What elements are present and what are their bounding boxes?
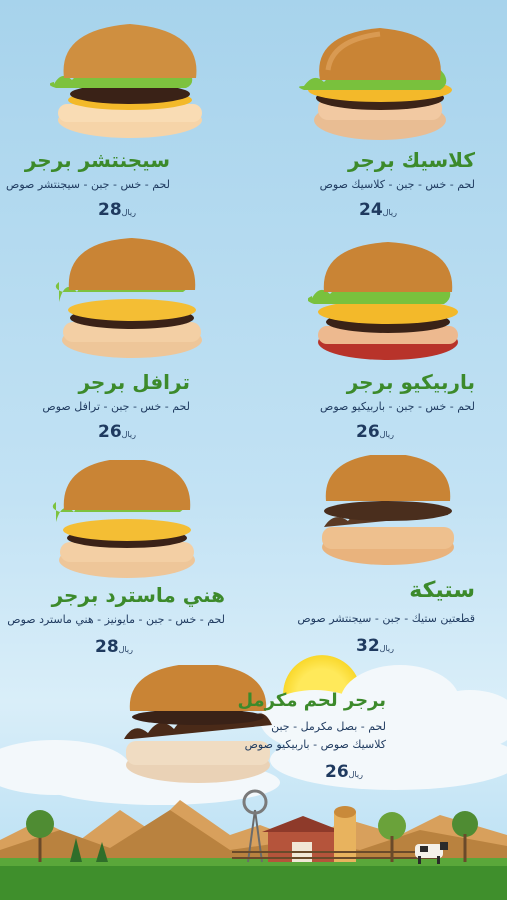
item-description-line-2: كلاسيك صوص - باربيكيو صوص <box>244 738 386 751</box>
signature-burger-image <box>49 22 210 146</box>
steak-burger-image <box>316 453 461 574</box>
item-name: برجر لحم مكرمل <box>237 690 386 711</box>
item-description: لحم - خس - جبن - باربيكيو صوص <box>320 400 475 413</box>
item-price: ريال24 <box>359 200 398 220</box>
item-description: لحم - خس - جبن - كلاسيك صوص <box>319 178 475 191</box>
item-price: ريال32 <box>356 636 395 656</box>
caramelized-burger-image <box>118 663 278 794</box>
item-name: باربيكيو برجر <box>346 370 475 394</box>
menu-page: كلاسيك برجر لحم - خس - جبن - كلاسيك صوص … <box>0 0 507 900</box>
farm-landscape-illustration <box>0 789 507 900</box>
item-description: لحم - خس - جبن - سيجنتشر صوص <box>6 178 170 191</box>
classic-burger-image <box>298 20 463 149</box>
honey-mustard-burger-image <box>52 458 202 589</box>
item-price: ريال26 <box>98 422 137 442</box>
item-name: كلاسيك برجر <box>347 148 475 172</box>
item-description: لحم - خس - جبن - ترافل صوص <box>42 400 190 413</box>
item-price: ريال28 <box>95 637 134 657</box>
item-price: ريال28 <box>98 200 137 220</box>
item-description: قطعتين ستيك - جبن - سيجنتشر صوص <box>297 612 475 625</box>
item-description: لحم - خس - جبن - مايونيز - هني ماسترد صو… <box>7 613 225 626</box>
item-name: سيجنتشر برجر <box>24 148 170 172</box>
item-name: ترافل برجر <box>78 370 190 394</box>
item-price: ريال26 <box>325 762 364 782</box>
item-name: هني ماسترد برجر <box>51 583 225 607</box>
bbq-burger-image <box>307 242 468 371</box>
truffle-burger-image <box>55 238 210 367</box>
item-price: ريال26 <box>356 422 395 442</box>
item-description-line-1: لحم - بصل مكرمل - جبن <box>271 720 386 733</box>
item-name: ستيكة <box>409 578 475 603</box>
